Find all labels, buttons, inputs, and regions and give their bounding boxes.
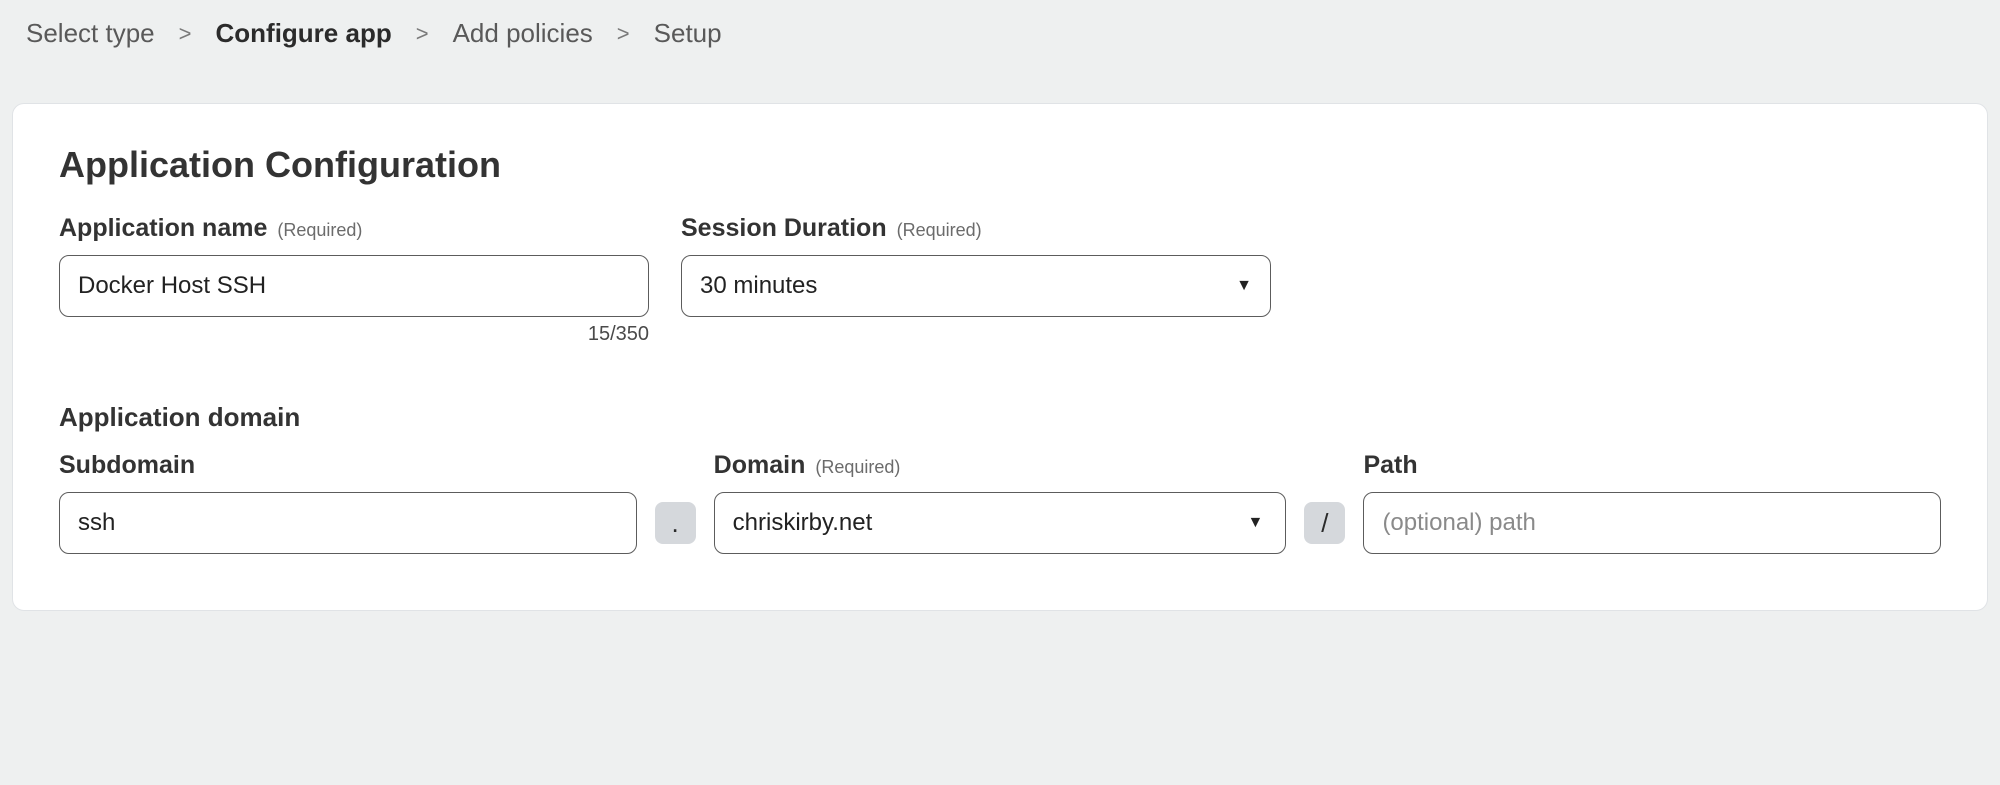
label-application-name: Application name — [59, 214, 267, 243]
label-domain: Domain — [714, 451, 806, 480]
session-duration-select[interactable]: 30 minutes ▼ — [681, 255, 1271, 317]
breadcrumb-step-add-policies[interactable]: Add policies — [453, 18, 593, 49]
field-application-name: Application name (Required) 15/350 — [59, 214, 649, 346]
chevron-down-icon: ▼ — [1247, 514, 1263, 532]
chevron-down-icon: ▼ — [1236, 277, 1252, 295]
section-application-domain: Application domain — [59, 402, 1941, 433]
required-hint: (Required) — [277, 220, 362, 241]
domain-value: chriskirby.net — [733, 509, 873, 537]
session-duration-value: 30 minutes — [700, 272, 817, 300]
label-session-duration: Session Duration — [681, 214, 887, 243]
field-domain: Domain (Required) chriskirby.net ▼ — [714, 451, 1287, 554]
application-name-input[interactable] — [59, 255, 649, 317]
breadcrumb: Select type > Configure app > Add polici… — [0, 0, 2000, 63]
field-subdomain: Subdomain — [59, 451, 637, 554]
dot-separator: . — [655, 502, 696, 544]
chevron-right-icon: > — [617, 21, 630, 47]
required-hint: (Required) — [897, 220, 982, 241]
config-card: Application Configuration Application na… — [12, 103, 1988, 611]
field-session-duration: Session Duration (Required) 30 minutes ▼ — [681, 214, 1271, 346]
label-path: Path — [1363, 451, 1417, 480]
required-hint: (Required) — [815, 457, 900, 478]
subdomain-input[interactable] — [59, 492, 637, 554]
slash-separator: / — [1304, 502, 1345, 544]
breadcrumb-step-configure-app[interactable]: Configure app — [216, 18, 392, 49]
page-title: Application Configuration — [59, 144, 1941, 186]
chevron-right-icon: > — [179, 21, 192, 47]
chevron-right-icon: > — [416, 21, 429, 47]
path-input[interactable] — [1363, 492, 1941, 554]
char-counter: 15/350 — [588, 323, 649, 346]
field-path: Path — [1363, 451, 1941, 554]
label-subdomain: Subdomain — [59, 451, 195, 480]
domain-select[interactable]: chriskirby.net ▼ — [714, 492, 1287, 554]
breadcrumb-step-setup[interactable]: Setup — [654, 18, 722, 49]
breadcrumb-step-select-type[interactable]: Select type — [26, 18, 155, 49]
